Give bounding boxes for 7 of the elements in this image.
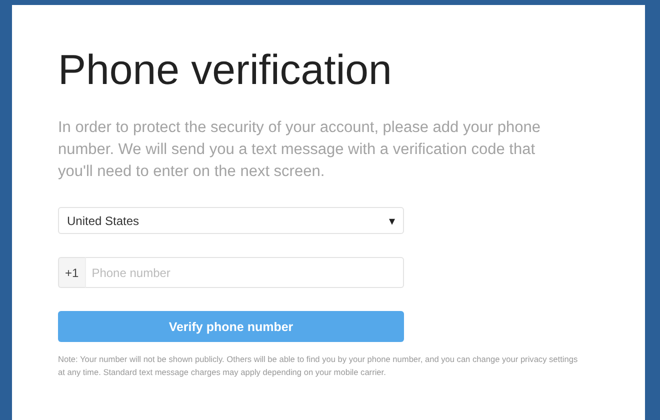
page-title: Phone verification	[58, 45, 393, 95]
country-code: +1	[58, 257, 85, 288]
phone-field[interactable]: Phone number	[84, 257, 404, 288]
caret-icon: ▾	[389, 212, 395, 230]
note-text: Note: Your number will not be shown publicly. Others will be able to find you by your phone number, and you can change your privacy settings at any time. Standard text message charges may apply depending on your mobile carrier.	[58, 353, 579, 380]
intro-text: In order to protect the security of your account, please add your phone number. We will send you a text message with a verification code that you'll need to enter on the next screen.	[58, 118, 542, 182]
country-select[interactable]: United States ▾	[58, 207, 404, 234]
